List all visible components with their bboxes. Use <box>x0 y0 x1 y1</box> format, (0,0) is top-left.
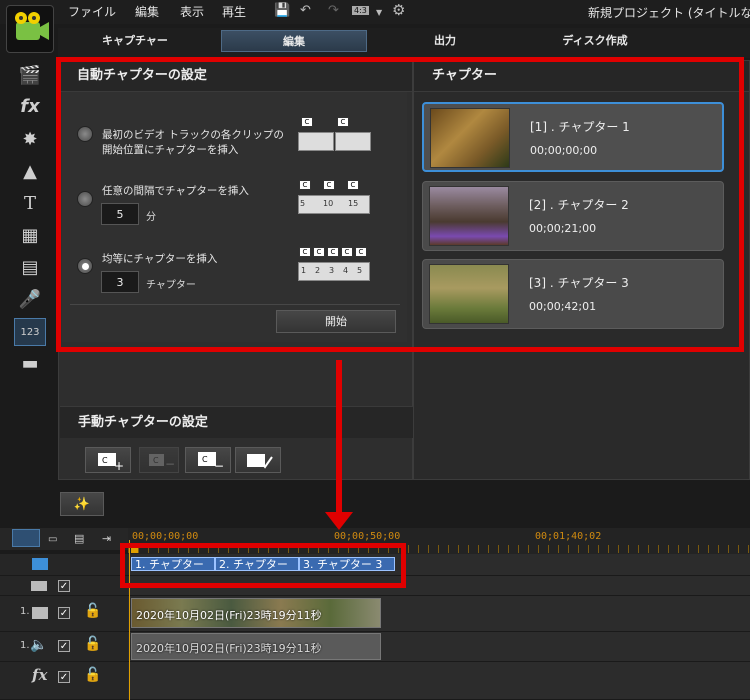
svg-text:+: + <box>114 459 124 473</box>
menu-play[interactable]: 再生 <box>222 3 246 20</box>
undo-icon[interactable]: ↶ <box>300 3 311 18</box>
pip-room-icon[interactable]: ▦ <box>14 222 46 250</box>
remove-chapter-icon: C − <box>149 454 175 471</box>
tab-edit[interactable]: 編集 <box>221 30 367 52</box>
lock-icon[interactable]: 🔓 <box>84 603 101 619</box>
annotation-arrow <box>336 360 342 520</box>
audio-track-header: 1. 🔈 ✓ 🔓 <box>0 632 128 662</box>
menu-file[interactable]: ファイル <box>68 3 116 20</box>
storyboard-view-icon[interactable]: ▭ <box>48 534 57 545</box>
window-title: 新規プロジェクト (タイトルな <box>588 6 750 20</box>
fx-track-label: fx <box>32 666 48 684</box>
track-enable-checkbox[interactable]: ✓ <box>58 607 70 619</box>
magic-wand-icon: ✨ <box>73 497 91 512</box>
tab-output[interactable]: 出力 <box>380 30 510 52</box>
annotation-highlight-chapter-track <box>120 543 406 588</box>
fx-room-icon[interactable]: fx <box>14 93 46 121</box>
redo-icon[interactable]: ↷ <box>328 3 339 18</box>
audio-clip[interactable]: 2020年10月02日(Fri)23時19分11秒 <box>131 633 381 660</box>
fit-timeline-icon[interactable]: ⇥ <box>102 532 111 545</box>
chapter-flag-icon <box>32 558 48 570</box>
audio-mixer-icon[interactable]: ▤ <box>14 254 46 282</box>
title-room-icon[interactable]: T <box>14 190 46 218</box>
track-number: 1. <box>20 640 30 651</box>
audio-clip-label: 2020年10月02日(Fri)23時19分11秒 <box>136 642 322 655</box>
manual-chapter-header: 手動チャプターの設定 <box>60 406 413 438</box>
video-clip-label: 2020年10月02日(Fri)23時19分11秒 <box>136 609 322 622</box>
chapter-track-header <box>0 554 128 576</box>
remove-all-chapters-button[interactable]: C − <box>185 447 231 473</box>
save-icon[interactable]: 💾 <box>274 3 290 18</box>
svg-text:−: − <box>214 459 224 473</box>
speaker-icon: 🔈 <box>30 637 48 653</box>
particle-room-icon[interactable]: ✸ <box>14 126 46 154</box>
aspect-ratio-button[interactable]: 4:3 <box>352 6 369 15</box>
add-chapter-button[interactable]: C + <box>85 447 131 473</box>
ruler-time: 00;01;40;02 <box>535 531 602 542</box>
track-manager-icon[interactable]: ▤ <box>74 532 84 545</box>
set-thumbnail-icon <box>247 454 273 469</box>
annotation-highlight-panels <box>56 57 744 352</box>
track-number: 1. <box>20 606 30 617</box>
chapter-thumbnail-button[interactable] <box>235 447 281 473</box>
track-enable-checkbox[interactable]: ✓ <box>58 640 70 652</box>
video-track-icon <box>32 607 48 619</box>
track-enable-checkbox[interactable]: ✓ <box>58 671 70 683</box>
lock-icon[interactable]: 🔓 <box>84 667 101 683</box>
subtitle-room-icon[interactable]: ▬ <box>14 350 46 378</box>
voiceover-microphone-icon[interactable]: 🎤 <box>14 286 46 314</box>
app-logo[interactable] <box>6 5 54 53</box>
svg-text:C: C <box>102 456 108 465</box>
tab-disc[interactable]: ディスク作成 <box>530 30 660 52</box>
svg-text:C: C <box>202 455 208 464</box>
media-room-icon[interactable]: 🎬 <box>14 62 46 90</box>
video-clip[interactable]: 2020年10月02日(Fri)23時19分11秒 <box>131 598 381 628</box>
tab-capture[interactable]: キャプチャー <box>70 30 200 52</box>
menu-view[interactable]: 表示 <box>180 3 204 20</box>
remove-chapter-button[interactable]: C − <box>139 447 179 473</box>
ruler-time: 00;00;00;00 <box>132 531 199 542</box>
lock-icon[interactable]: 🔓 <box>84 636 101 652</box>
gear-icon[interactable]: ⚙ <box>392 1 405 19</box>
chapter-room-icon[interactable]: 123 <box>14 318 46 346</box>
svg-text:C: C <box>153 456 159 465</box>
svg-text:−: − <box>165 457 175 471</box>
fx-track[interactable] <box>128 662 750 700</box>
annotation-arrow-head <box>325 512 353 530</box>
fx-track-header: fx ✓ 🔓 <box>0 662 128 700</box>
menu-edit[interactable]: 編集 <box>135 3 159 20</box>
add-chapter-icon: C + <box>98 453 124 473</box>
subtitle-track-header: ✓ <box>0 576 128 596</box>
transition-room-icon[interactable]: ▲ <box>14 158 46 186</box>
chevron-down-icon[interactable]: ▼ <box>376 8 382 17</box>
video-track-header: 1. ✓ 🔓 <box>0 596 128 632</box>
ruler-time: 00;00;50;00 <box>334 531 401 542</box>
timeline-view-button[interactable] <box>12 529 40 547</box>
remove-all-chapters-icon: C − <box>198 452 224 473</box>
magic-tool-button[interactable]: ✨ <box>60 492 104 516</box>
subtitle-icon <box>31 581 47 591</box>
track-enable-checkbox[interactable]: ✓ <box>58 580 70 592</box>
